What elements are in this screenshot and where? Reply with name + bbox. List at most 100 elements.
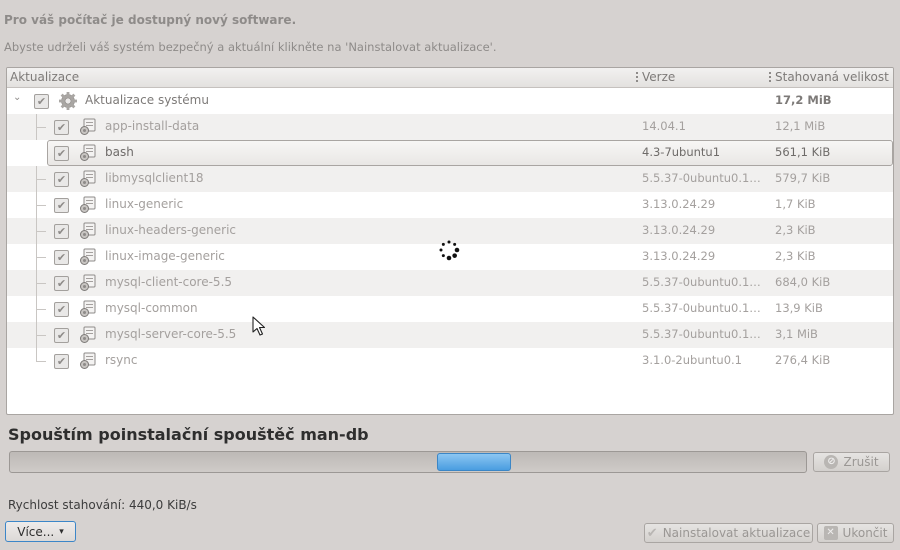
package-icon bbox=[79, 352, 97, 370]
package-version: 3.1.0-2ubuntu0.1 bbox=[642, 353, 742, 367]
package-name: libmysqlclient18 bbox=[105, 171, 204, 185]
group-checkbox[interactable]: ✔ bbox=[34, 94, 49, 109]
group-name: Aktualizace systému bbox=[85, 93, 209, 107]
tree-line bbox=[36, 283, 46, 284]
tree-line bbox=[36, 361, 46, 362]
install-label: Nainstalovat aktualizace bbox=[662, 526, 811, 540]
table-row[interactable]: ✔ bash 4.3-7ubuntu1 561,1 KiB bbox=[47, 140, 893, 166]
package-icon bbox=[79, 326, 97, 344]
cancel-icon: ⊘ bbox=[824, 455, 839, 469]
package-name: linux-image-generic bbox=[105, 249, 225, 263]
column-separator[interactable] bbox=[768, 71, 772, 83]
package-icon bbox=[79, 170, 97, 188]
column-header-version[interactable]: Verze bbox=[642, 70, 675, 84]
chevron-down-icon[interactable]: ⌄ bbox=[13, 92, 21, 103]
close-button[interactable]: ✕ Ukončit bbox=[817, 523, 894, 543]
package-version: 4.3-7ubuntu1 bbox=[642, 145, 721, 159]
loading-spinner-icon bbox=[439, 240, 460, 261]
table-row[interactable]: ✔ app-install-data 14.04.1 12,1 MiB bbox=[7, 114, 893, 140]
package-version: 5.5.37-0ubuntu0.14.04.1 bbox=[642, 301, 768, 315]
package-name: linux-headers-generic bbox=[105, 223, 237, 237]
column-separator[interactable] bbox=[635, 71, 639, 83]
package-size: 2,3 KiB bbox=[775, 223, 816, 237]
tree-group-row[interactable]: ⌄ ✔ Aktualizace systému 17,2 MiB bbox=[7, 88, 893, 114]
package-size: 561,1 KiB bbox=[775, 145, 831, 159]
gear-icon bbox=[58, 91, 78, 111]
row-checkbox[interactable]: ✔ bbox=[54, 302, 69, 317]
package-version: 5.5.37-0ubuntu0.14.04.1 bbox=[642, 327, 768, 341]
row-checkbox[interactable]: ✔ bbox=[54, 120, 69, 135]
cancel-button[interactable]: ⊘ Zrušit bbox=[813, 452, 890, 472]
mouse-cursor-icon bbox=[252, 316, 266, 336]
tree-line bbox=[36, 231, 46, 232]
package-version: 14.04.1 bbox=[642, 119, 686, 133]
row-checkbox[interactable]: ✔ bbox=[54, 276, 69, 291]
status-title: Spouštím poinstalační spouštěč man-db bbox=[8, 425, 369, 444]
close-icon: ✕ bbox=[823, 526, 838, 540]
download-speed: Rychlost stahování: 440,0 KiB/s bbox=[8, 498, 197, 512]
package-icon bbox=[79, 222, 97, 240]
package-size: 276,4 KiB bbox=[775, 353, 831, 367]
package-icon bbox=[79, 300, 97, 318]
table-row[interactable]: ✔ libmysqlclient18 5.5.37-0ubuntu0.14.04.1… bbox=[7, 166, 893, 192]
package-size: 684,0 KiB bbox=[775, 275, 831, 289]
column-header-updates[interactable]: Aktualizace bbox=[10, 70, 79, 84]
package-name: mysql-client-core-5.5 bbox=[105, 275, 233, 289]
tree-line bbox=[36, 179, 46, 180]
package-name: rsync bbox=[105, 353, 138, 367]
package-version: 3.13.0.24.29 bbox=[642, 249, 716, 263]
progress-bar bbox=[9, 451, 807, 473]
row-checkbox[interactable]: ✔ bbox=[54, 354, 69, 369]
tree-line bbox=[36, 335, 46, 336]
package-size: 1,7 KiB bbox=[775, 197, 816, 211]
more-button[interactable]: Více... ▾ bbox=[5, 521, 76, 542]
page-subtitle: Abyste udrželi váš systém bezpečný a akt… bbox=[4, 40, 497, 54]
column-header-size[interactable]: Stahovaná velikost bbox=[775, 70, 889, 84]
table-row[interactable]: ✔ rsync 3.1.0-2ubuntu0.1 276,4 KiB bbox=[7, 348, 893, 374]
row-checkbox[interactable]: ✔ bbox=[54, 224, 69, 239]
package-version: 3.13.0.24.29 bbox=[642, 197, 716, 211]
row-checkbox[interactable]: ✔ bbox=[54, 146, 69, 161]
tree-line bbox=[36, 127, 46, 128]
package-version: 3.13.0.24.29 bbox=[642, 223, 716, 237]
more-label: Více... bbox=[17, 524, 55, 539]
close-label: Ukončit bbox=[842, 526, 888, 540]
row-checkbox[interactable]: ✔ bbox=[54, 250, 69, 265]
package-icon bbox=[79, 196, 97, 214]
tree-line bbox=[36, 257, 46, 258]
package-size: 2,3 KiB bbox=[775, 249, 816, 263]
row-checkbox[interactable]: ✔ bbox=[54, 198, 69, 213]
group-size: 17,2 MiB bbox=[775, 93, 832, 107]
package-version: 5.5.37-0ubuntu0.14.04.1 bbox=[642, 275, 768, 289]
package-size: 3,1 MiB bbox=[775, 327, 818, 341]
checkmark-icon: ✔ bbox=[646, 525, 658, 541]
table-row[interactable]: ✔ mysql-client-core-5.5 5.5.37-0ubuntu0.14… bbox=[7, 270, 893, 296]
tree-header: Aktualizace Verze Stahovaná velikost bbox=[7, 68, 893, 88]
package-icon bbox=[79, 248, 97, 266]
package-size: 579,7 KiB bbox=[775, 171, 831, 185]
package-size: 12,1 MiB bbox=[775, 119, 826, 133]
package-name: app-install-data bbox=[105, 119, 200, 133]
package-version: 5.5.37-0ubuntu0.14.04.1 bbox=[642, 171, 768, 185]
package-name: mysql-server-core-5.5 bbox=[105, 327, 237, 341]
tree-line bbox=[36, 205, 46, 206]
table-row[interactable]: ✔ linux-generic 3.13.0.24.29 1,7 KiB bbox=[7, 192, 893, 218]
package-icon bbox=[79, 274, 97, 292]
row-checkbox[interactable]: ✔ bbox=[54, 172, 69, 187]
page-title: Pro váš počítač je dostupný nový softwar… bbox=[4, 13, 297, 27]
install-updates-button[interactable]: ✔ Nainstalovat aktualizace bbox=[644, 523, 813, 543]
package-size: 13,9 KiB bbox=[775, 301, 823, 315]
chevron-down-icon: ▾ bbox=[59, 526, 64, 537]
package-name: bash bbox=[105, 145, 134, 159]
tree-line bbox=[36, 348, 37, 362]
package-name: mysql-common bbox=[105, 301, 198, 315]
table-row[interactable]: ✔ mysql-common 5.5.37-0ubuntu0.14.04.1 13,9… bbox=[7, 296, 893, 322]
progress-indicator bbox=[437, 453, 511, 471]
package-name: linux-generic bbox=[105, 197, 184, 211]
table-row[interactable]: ✔ mysql-server-core-5.5 5.5.37-0ubuntu0.14… bbox=[7, 322, 893, 348]
cancel-label: Zrušit bbox=[843, 455, 879, 469]
tree-line bbox=[36, 309, 46, 310]
package-icon bbox=[79, 118, 97, 136]
package-icon bbox=[79, 144, 97, 162]
row-checkbox[interactable]: ✔ bbox=[54, 328, 69, 343]
